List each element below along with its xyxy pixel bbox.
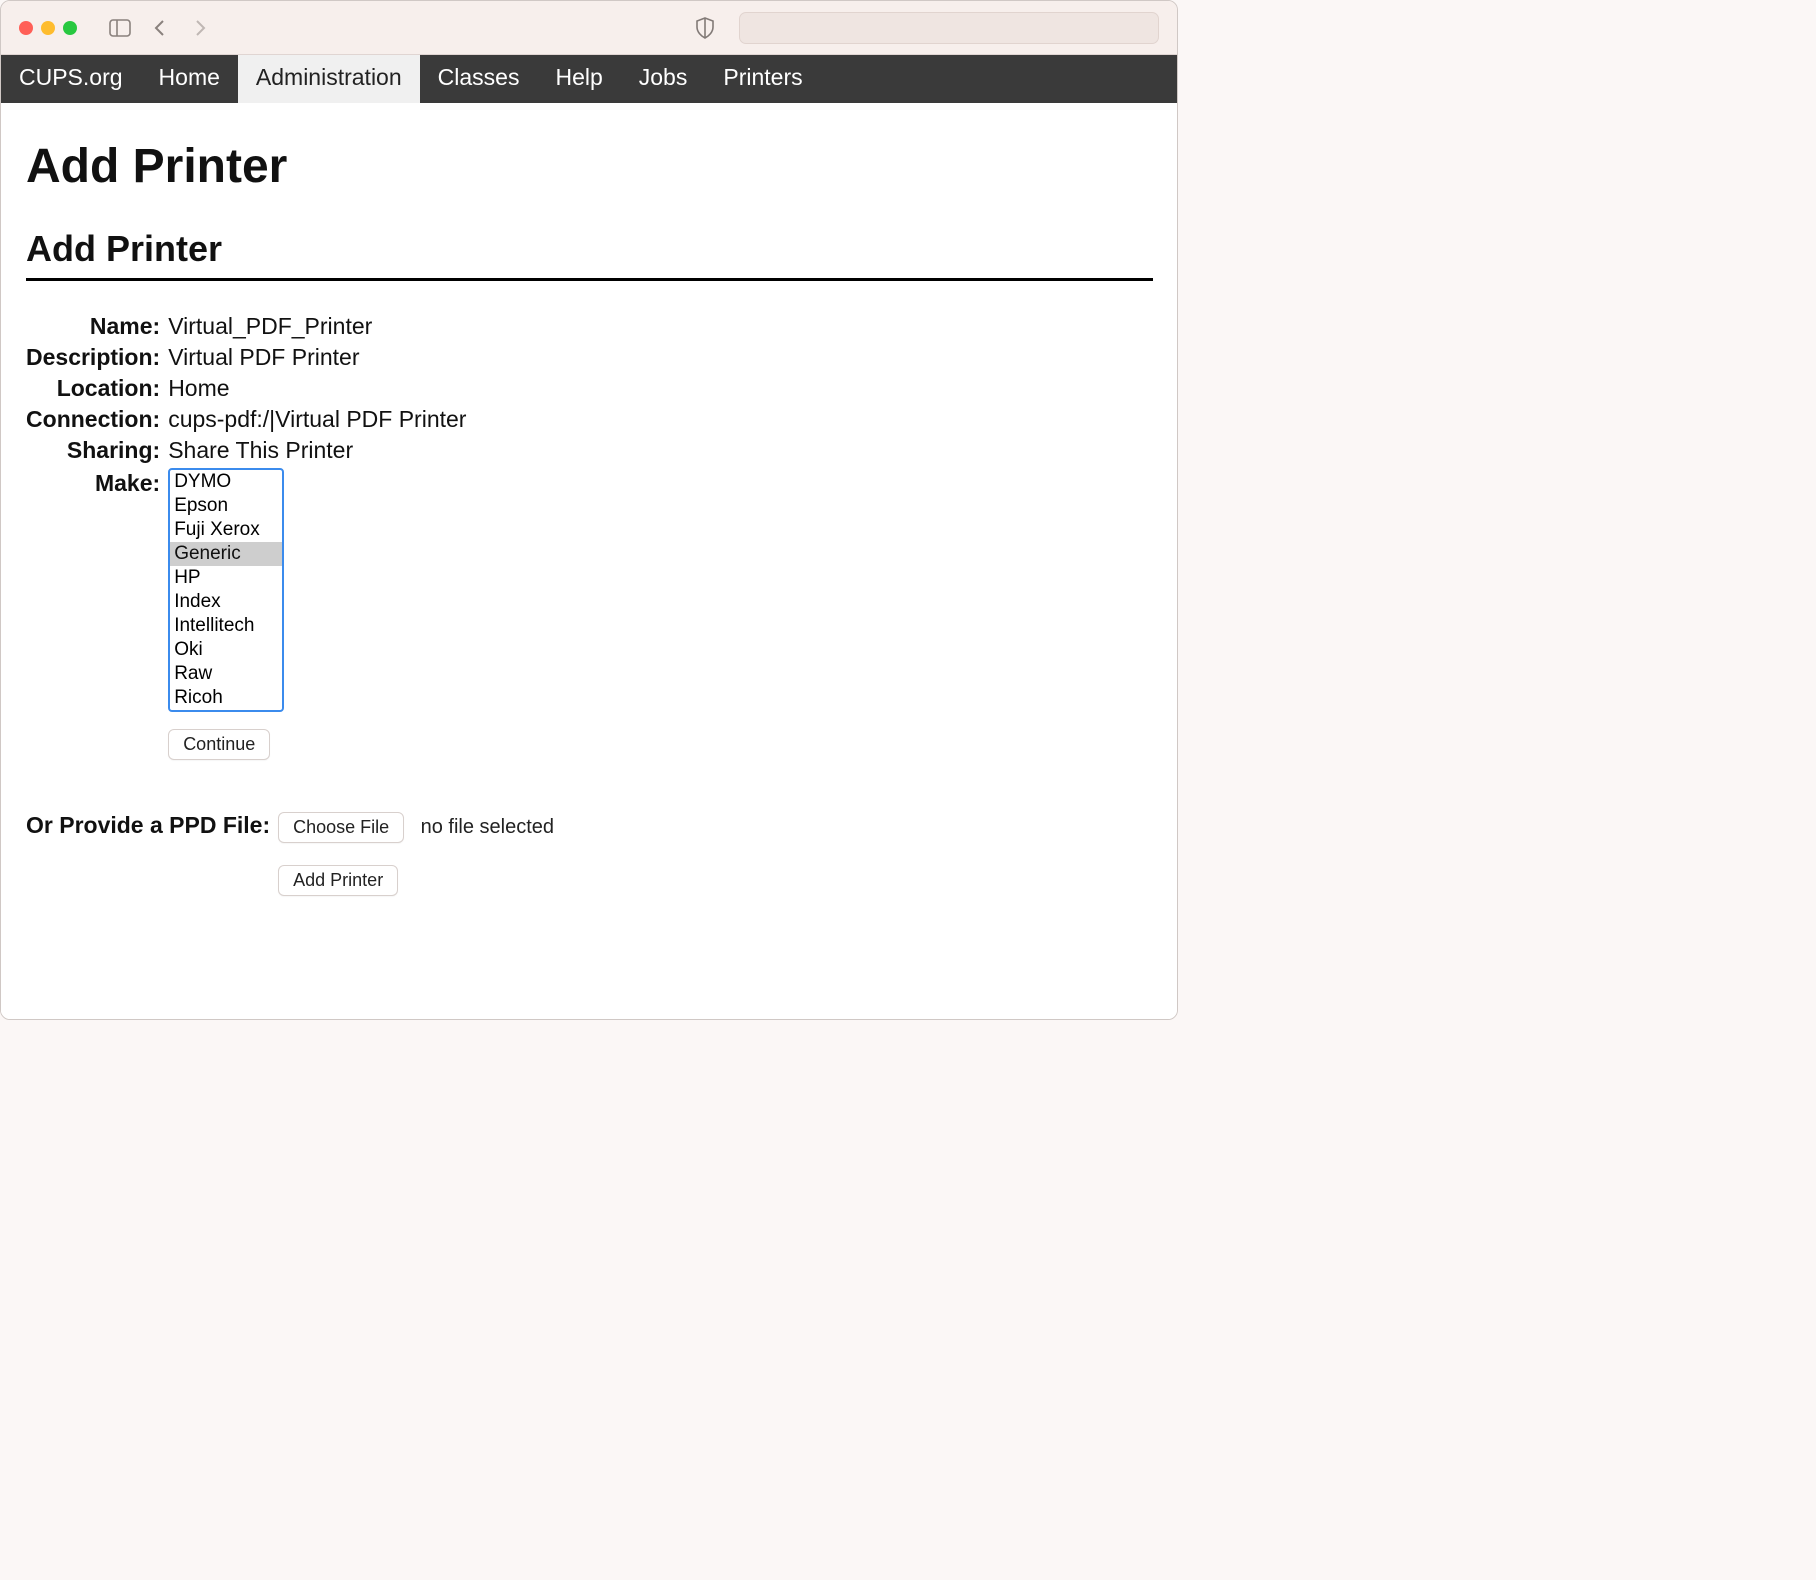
value-description: Virtual PDF Printer: [168, 342, 466, 373]
label-sharing: Sharing:: [26, 435, 168, 466]
browser-window: CUPS.orgHomeAdministrationClassesHelpJob…: [0, 0, 1178, 1020]
value-location: Home: [168, 373, 466, 404]
file-status: no file selected: [421, 816, 554, 838]
url-bar[interactable]: [739, 12, 1159, 44]
nav-item-administration[interactable]: Administration: [238, 55, 420, 103]
printer-form: Name: Virtual_PDF_Printer Description: V…: [26, 311, 466, 762]
make-option-index[interactable]: Index: [170, 590, 282, 614]
nav-item-jobs[interactable]: Jobs: [621, 55, 706, 103]
value-name: Virtual_PDF_Printer: [168, 311, 466, 342]
label-connection: Connection:: [26, 404, 168, 435]
sidebar-toggle-icon[interactable]: [105, 14, 135, 42]
choose-file-button[interactable]: Choose File: [278, 812, 404, 843]
window-titlebar: [1, 1, 1177, 55]
top-nav: CUPS.orgHomeAdministrationClassesHelpJob…: [1, 55, 1177, 103]
nav-item-home[interactable]: Home: [141, 55, 238, 103]
section-title: Add Printer: [26, 228, 1153, 270]
make-option-oki[interactable]: Oki: [170, 638, 282, 662]
nav-item-help[interactable]: Help: [537, 55, 620, 103]
continue-button[interactable]: Continue: [168, 729, 270, 760]
window-minimize-button[interactable]: [41, 21, 55, 35]
make-option-generic[interactable]: Generic: [170, 542, 282, 566]
make-option-raw[interactable]: Raw: [170, 662, 282, 686]
make-option-epson[interactable]: Epson: [170, 494, 282, 518]
add-printer-button[interactable]: Add Printer: [278, 865, 398, 896]
make-option-intellitech[interactable]: Intellitech: [170, 614, 282, 638]
privacy-shield-icon[interactable]: [695, 17, 715, 39]
window-traffic-lights: [19, 21, 77, 35]
page-title: Add Printer: [26, 139, 1153, 194]
make-option-dymo[interactable]: DYMO: [170, 470, 282, 494]
nav-item-classes[interactable]: Classes: [420, 55, 538, 103]
nav-item-cups-org[interactable]: CUPS.org: [1, 55, 141, 103]
label-description: Description:: [26, 342, 168, 373]
label-ppd: Or Provide a PPD File:: [26, 810, 278, 898]
window-close-button[interactable]: [19, 21, 33, 35]
label-name: Name:: [26, 311, 168, 342]
nav-back-icon[interactable]: [145, 14, 175, 42]
ppd-form: Or Provide a PPD File: Choose File no fi…: [26, 810, 554, 898]
nav-item-printers[interactable]: Printers: [705, 55, 820, 103]
label-location: Location:: [26, 373, 168, 404]
nav-forward-icon[interactable]: [185, 14, 215, 42]
window-zoom-button[interactable]: [63, 21, 77, 35]
section-rule: [26, 278, 1153, 281]
page-content: Add Printer Add Printer Name: Virtual_PD…: [1, 103, 1177, 1019]
make-option-hp[interactable]: HP: [170, 566, 282, 590]
label-make: Make:: [26, 466, 168, 762]
make-option-fuji-xerox[interactable]: Fuji Xerox: [170, 518, 282, 542]
make-option-ricoh[interactable]: Ricoh: [170, 686, 282, 710]
value-connection: cups-pdf:/|Virtual PDF Printer: [168, 404, 466, 435]
make-select[interactable]: DYMOEpsonFuji XeroxGenericHPIndexIntelli…: [168, 468, 284, 712]
value-sharing: Share This Printer: [168, 435, 466, 466]
